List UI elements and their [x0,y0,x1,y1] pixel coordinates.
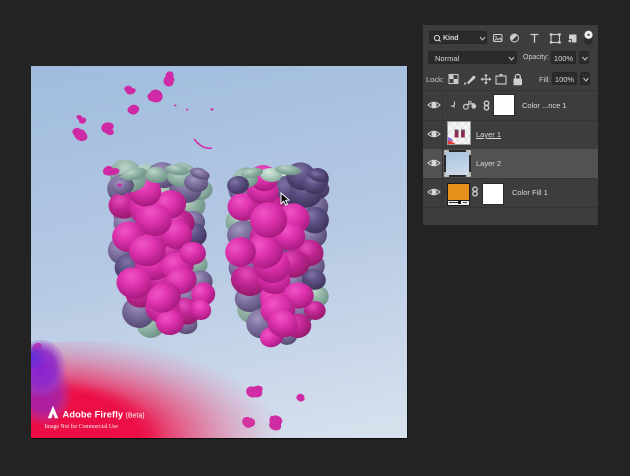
svg-text:Adobe Firefly: Adobe Firefly [63,410,124,420]
svg-text:Image Not for Commercial Use: Image Not for Commercial Use [45,423,119,430]
svg-text:(Beta): (Beta) [126,412,145,419]
